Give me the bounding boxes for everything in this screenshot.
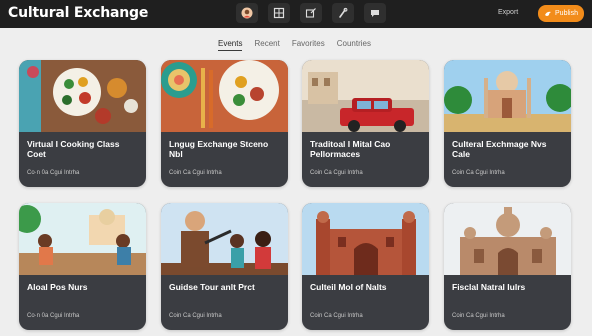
event-title: Fisclal Natral Iulrs — [452, 282, 526, 292]
grid-button[interactable] — [268, 3, 290, 23]
grid-icon — [273, 7, 285, 19]
event-title: Lngug Exchange Stceno Nbl — [169, 139, 269, 159]
tools-icon — [339, 7, 348, 18]
event-meta: Coin Ca Cgui Intrha — [310, 170, 363, 176]
event-meta: Coin Ca Cgui Intrha — [452, 313, 505, 319]
event-meta: Coin Ca Cgui Intrha — [169, 170, 222, 176]
event-card[interactable]: Culteral Exchmage Nvs Cale Coin Ca Cgui … — [444, 60, 571, 187]
app-title: Cultural Exchange — [8, 5, 149, 21]
music-lesson-image — [161, 203, 288, 275]
event-card[interactable]: Aloal Pos Nurs Co·n 0a Cgui Intrha — [19, 203, 146, 330]
tab-recent[interactable]: Recent — [254, 39, 279, 51]
tab-bar: Events Recent Favorites Countries — [218, 39, 371, 51]
event-meta: Co·n 0a Cgui Intrha — [27, 170, 80, 176]
tab-countries[interactable]: Countries — [337, 39, 371, 51]
publish-button[interactable]: Publish — [538, 5, 584, 22]
event-title: Virtual I Cooking Class Coet — [27, 139, 120, 159]
edit-button[interactable] — [300, 3, 322, 23]
export-link[interactable]: Export — [498, 9, 518, 16]
event-card[interactable]: Culteil Mol of Nalts Coin Ca Cgui Intrha — [302, 203, 429, 330]
event-title: Traditoal I Mital Cao Pellormaces — [310, 139, 391, 159]
profile-icon — [241, 7, 253, 19]
event-meta: Coin Ca Cgui Intrha — [310, 313, 363, 319]
tab-events[interactable]: Events — [218, 39, 243, 51]
event-card[interactable]: Lngug Exchange Stceno Nbl Coin Ca Cgui I… — [161, 60, 288, 187]
tab-favorites[interactable]: Favorites — [292, 39, 325, 51]
bird-icon — [545, 11, 552, 16]
event-meta: Co·n 0a Cgui Intrha — [27, 313, 80, 319]
profile-button[interactable] — [236, 3, 258, 23]
event-card[interactable]: Fisclal Natral Iulrs Coin Ca Cgui Intrha — [444, 203, 571, 330]
toolbar — [236, 3, 386, 25]
event-title: Guidse Tour anlt Prct — [169, 282, 255, 292]
street-scene-image — [302, 60, 429, 132]
cooking-class-image — [19, 60, 146, 132]
edit-icon — [305, 8, 316, 18]
language-exchange-image — [161, 60, 288, 132]
event-meta: Coin Ca Cgui Intrha — [452, 170, 505, 176]
top-bar: Cultural Exchange Export Publish — [0, 0, 592, 28]
monument-image — [444, 60, 571, 132]
red-fort-image — [302, 203, 429, 275]
event-card[interactable]: Guidse Tour anlt Prct Coin Ca Cgui Intrh… — [161, 203, 288, 330]
publish-label: Publish — [555, 10, 578, 17]
event-title: Culteral Exchmage Nvs Cale — [452, 139, 547, 159]
event-meta: Coin Ca Cgui Intrha — [169, 313, 222, 319]
people-chatting-image — [19, 203, 146, 275]
tools-button[interactable] — [332, 3, 354, 23]
palace-image — [444, 203, 571, 275]
chat-button[interactable] — [364, 3, 386, 23]
event-card[interactable]: Virtual I Cooking Class Coet Co·n 0a Cgu… — [19, 60, 146, 187]
event-title: Culteil Mol of Nalts — [310, 282, 387, 292]
event-title: Aloal Pos Nurs — [27, 282, 88, 292]
event-card[interactable]: Traditoal I Mital Cao Pellormaces Coin C… — [302, 60, 429, 187]
chat-icon — [371, 10, 379, 17]
